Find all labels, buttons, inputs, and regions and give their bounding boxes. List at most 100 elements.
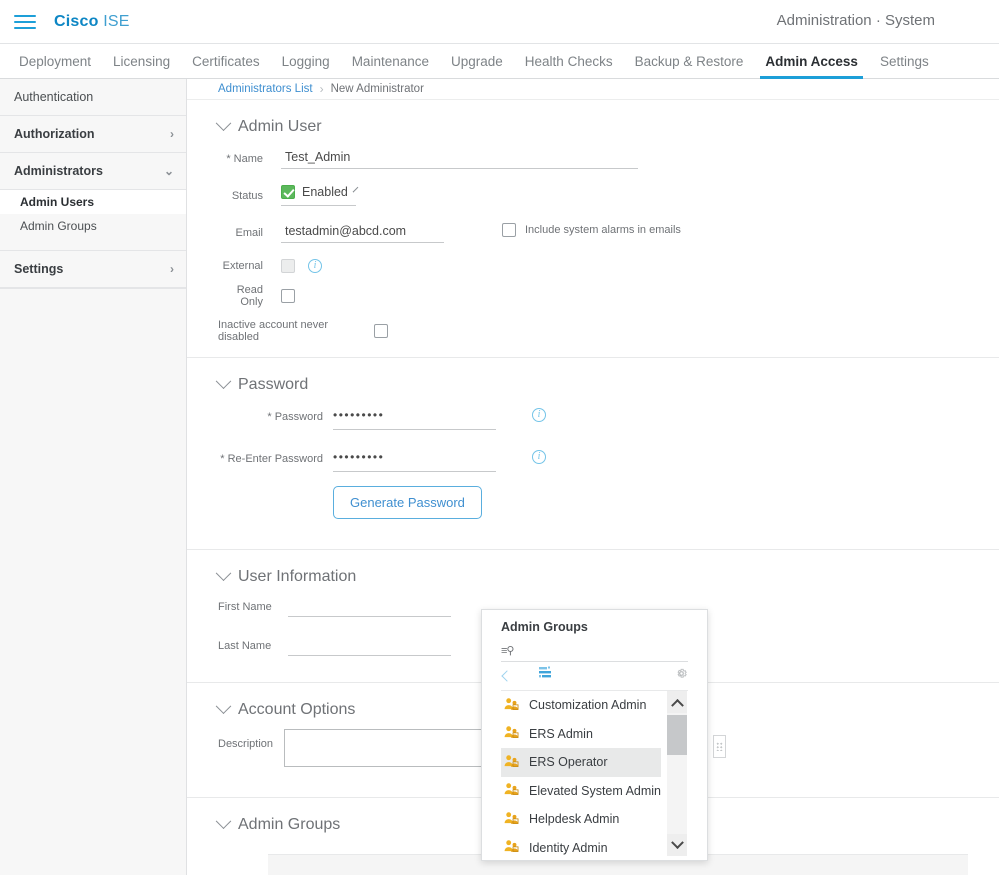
generate-password-button[interactable]: Generate Password	[333, 486, 482, 519]
tab-settings[interactable]: Settings	[869, 44, 940, 78]
field-row-status: Status Enabled	[218, 185, 999, 206]
field-row-external: External i	[218, 259, 999, 273]
popup-list-item[interactable]: Identity Admin	[501, 834, 661, 863]
read-only-label: Read Only	[236, 284, 263, 308]
tab-backup-restore[interactable]: Backup & Restore	[624, 44, 755, 78]
reenter-password-input[interactable]: •••••••••	[333, 448, 496, 472]
sidebar-item-admin-users[interactable]: Admin Users	[0, 190, 186, 214]
breadcrumb: Administrators List › New Administrator	[187, 79, 999, 100]
inactive-account-checkbox[interactable]	[374, 324, 388, 338]
tab-certificates[interactable]: Certificates	[181, 44, 271, 78]
status-label: Status	[231, 190, 263, 202]
field-row-inactive: Inactive account never disabled	[218, 319, 999, 343]
tab-upgrade[interactable]: Upgrade	[440, 44, 514, 78]
popup-toolbar	[501, 662, 688, 691]
external-label: External	[222, 260, 263, 272]
popup-search-row[interactable]: ≡⚲	[501, 640, 688, 662]
tab-health-checks[interactable]: Health Checks	[514, 44, 624, 78]
chevron-right-icon: ›	[170, 262, 174, 276]
sidebar-item-authentication[interactable]: Authentication	[0, 79, 186, 116]
description-label: Description	[218, 738, 274, 750]
name-input[interactable]	[281, 148, 638, 169]
read-only-checkbox[interactable]	[281, 289, 295, 303]
email-label: Email	[235, 227, 263, 239]
sidebar-item-admin-groups[interactable]: Admin Groups	[0, 214, 186, 238]
sidebar-item-authorization[interactable]: Authorization ›	[0, 116, 186, 153]
resize-handle-icon[interactable]	[713, 735, 726, 758]
tab-bar: Deployment Licensing Certificates Logging Ma…	[0, 43, 999, 79]
reenter-password-value: •••••••••	[333, 450, 385, 464]
email-input[interactable]	[281, 222, 444, 243]
popup-list-item[interactable]: Helpdesk Admin	[501, 805, 661, 834]
brand-ise-text: ISE	[103, 12, 130, 30]
popup-list-item[interactable]: Customization Admin	[501, 691, 661, 720]
popup-list-item-label: Elevated System Admin	[529, 783, 662, 798]
admin-groups-popup: Admin Groups ≡⚲ Customization Admin ERS …	[481, 609, 708, 861]
scrollbar-thumb[interactable]	[667, 715, 687, 755]
chevron-down-icon: ⌄	[163, 164, 174, 178]
chevron-down-icon[interactable]	[215, 812, 232, 829]
field-row-read-only: Read Only	[218, 284, 999, 308]
popup-title: Admin Groups	[501, 620, 588, 634]
section-title: User Information	[238, 568, 357, 585]
include-alarms-checkbox[interactable]	[502, 223, 516, 237]
breadcrumb-current: New Administrator	[330, 83, 424, 95]
last-name-input[interactable]	[288, 635, 451, 656]
field-row-email: Email Include system alarms in emails	[218, 222, 999, 243]
brand-cisco-text: Cisco	[54, 12, 99, 30]
gear-icon[interactable]	[675, 667, 688, 685]
user-group-icon	[504, 811, 519, 828]
sidebar-item-settings[interactable]: Settings ›	[0, 251, 186, 288]
chevron-down-icon[interactable]	[215, 564, 232, 581]
password-input[interactable]: •••••••••	[333, 406, 496, 430]
user-group-glyph	[504, 698, 519, 710]
brand-logo[interactable]: Cisco ISE	[54, 13, 130, 31]
hamburger-menu-icon[interactable]	[14, 11, 36, 33]
section-header-password: Password	[215, 358, 999, 402]
info-icon[interactable]: i	[532, 450, 546, 464]
page-context-title: Administration · System	[776, 12, 935, 29]
sidebar: Authentication Authorization › Administr…	[0, 79, 187, 875]
tab-admin-access[interactable]: Admin Access	[754, 44, 869, 79]
popup-scrollbar[interactable]	[667, 691, 687, 856]
popup-list-item-label: ERS Operator	[529, 755, 608, 770]
popup-list-item-label: Helpdesk Admin	[529, 812, 620, 827]
external-checkbox	[281, 259, 295, 273]
popup-list-item[interactable]: Elevated System Admin	[501, 777, 661, 806]
field-row-name: * Name	[218, 148, 999, 169]
user-group-icon	[504, 697, 519, 714]
user-group-glyph	[504, 726, 519, 739]
info-icon[interactable]: i	[532, 408, 546, 422]
chevron-left-icon[interactable]	[501, 670, 513, 682]
inactive-account-label: Inactive account never disabled	[218, 319, 329, 343]
section-title: Admin User	[238, 118, 322, 135]
chevron-down-icon[interactable]	[215, 114, 232, 131]
status-dropdown[interactable]: Enabled	[281, 185, 359, 206]
status-value: Enabled	[302, 185, 348, 199]
generate-password-row: Generate Password	[218, 486, 999, 519]
scroll-down-button[interactable]	[667, 834, 687, 856]
chevron-down-icon[interactable]	[215, 697, 232, 714]
list-view-icon[interactable]	[537, 666, 554, 686]
popup-list-item[interactable]: ERS Operator	[501, 748, 661, 777]
tab-logging[interactable]: Logging	[271, 44, 341, 78]
chevron-down-icon[interactable]	[215, 372, 232, 389]
breadcrumb-parent-link[interactable]: Administrators List	[218, 83, 313, 95]
tab-deployment[interactable]: Deployment	[8, 44, 102, 78]
popup-list-item[interactable]: ERS Admin	[501, 720, 661, 749]
chevron-down-icon	[352, 186, 359, 193]
last-name-label: Last Name	[218, 640, 272, 652]
sidebar-item-administrators[interactable]: Administrators ⌄	[0, 153, 186, 190]
top-bar: Cisco ISE Administration · System	[0, 0, 999, 43]
first-name-input[interactable]	[288, 596, 451, 617]
scroll-up-button[interactable]	[667, 691, 687, 713]
chevron-up-icon	[670, 698, 684, 712]
include-alarms-label: Include system alarms in emails	[525, 224, 681, 236]
tab-maintenance[interactable]: Maintenance	[341, 44, 440, 78]
tab-licensing[interactable]: Licensing	[102, 44, 181, 78]
first-name-label: First Name	[218, 601, 272, 613]
breadcrumb-separator-icon: ›	[319, 82, 324, 96]
user-group-glyph	[504, 755, 519, 767]
popup-search-input[interactable]	[515, 642, 666, 659]
info-icon[interactable]: i	[308, 259, 322, 273]
